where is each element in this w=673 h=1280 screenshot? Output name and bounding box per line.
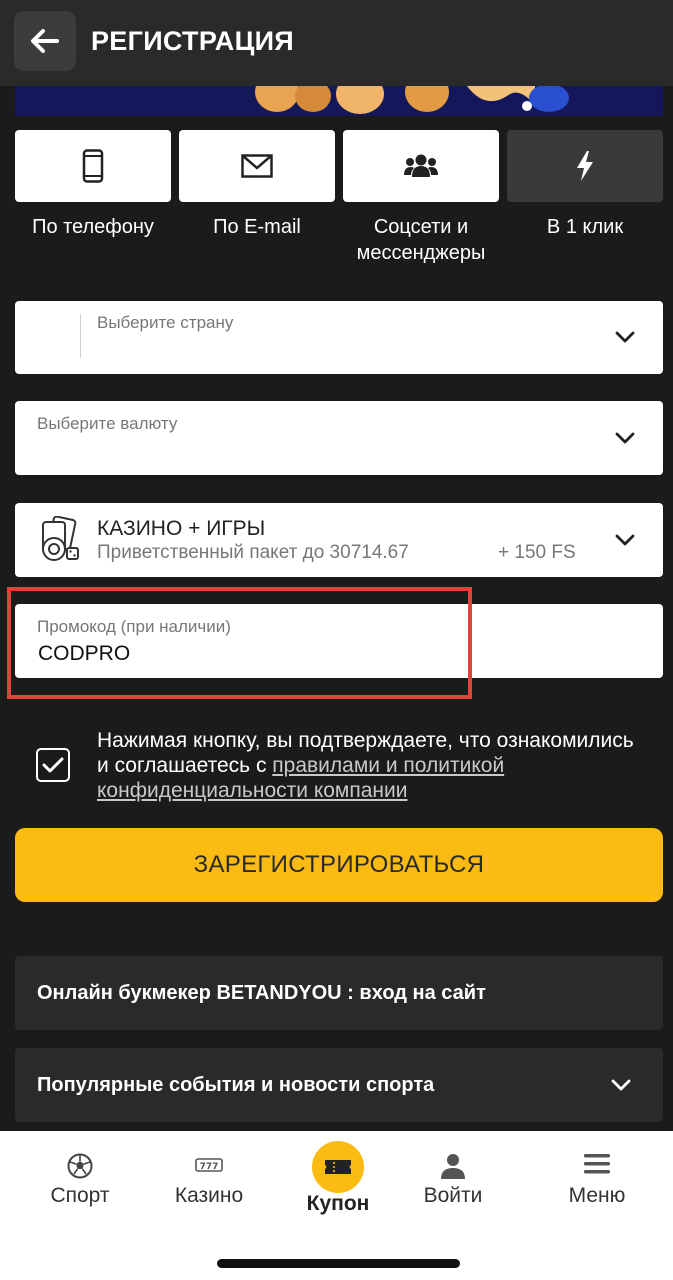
tab-social-label: Соцсети и мессенджеры <box>343 214 499 266</box>
user-icon <box>441 1154 465 1179</box>
promo-banner[interactable] <box>15 86 663 116</box>
checkmark-icon <box>42 757 64 773</box>
nav-login-label: Войти <box>423 1184 483 1207</box>
home-indicator[interactable] <box>217 1259 460 1268</box>
envelope-icon <box>241 154 273 178</box>
arrow-left-icon <box>31 29 59 53</box>
nav-casino-icon-wrap: 777 <box>149 1153 269 1179</box>
bonus-mask <box>447 542 493 564</box>
nav-sport-icon-wrap <box>20 1153 140 1179</box>
tab-one-click-label: В 1 клик <box>546 216 624 238</box>
bonus-select[interactable]: КАЗИНО + ИГРЫ Приветственный пакет до 30… <box>15 503 663 577</box>
nav-menu-icon-wrap <box>537 1153 657 1179</box>
info-panel-title: Популярные события и новости спорта <box>37 1074 435 1096</box>
tab-social-label-line1: Соцсети и <box>373 216 469 238</box>
hamburger-icon <box>584 1154 610 1174</box>
nav-sport-label: Спорт <box>50 1184 110 1207</box>
info-panel-bookmaker[interactable]: Онлайн букмекер BETANDYOU : вход на сайт <box>15 956 663 1030</box>
top-bar: РЕГИСТРАЦИЯ <box>0 0 673 86</box>
nav-casino-label: Казино <box>174 1184 244 1207</box>
register-button[interactable]: ЗАРЕГИСТРИРОВАТЬСЯ <box>15 828 663 902</box>
currency-select-label: Выберите валюту <box>37 414 178 433</box>
coupon-badge <box>312 1141 364 1193</box>
nav-login-icon-wrap <box>393 1153 513 1179</box>
tab-email[interactable] <box>179 130 335 202</box>
bottom-nav: Спорт 777 Казино Купон Войти Меню <box>0 1131 673 1280</box>
bonus-title: КАЗИНО + ИГРЫ <box>97 517 266 540</box>
tab-phone[interactable] <box>15 130 171 202</box>
terms-checkbox[interactable] <box>36 748 70 782</box>
bonus-subtitle: Приветственный пакет до 30714.67 <box>97 542 409 563</box>
country-select-label: Выберите страну <box>97 313 234 332</box>
tab-one-click[interactable] <box>507 130 663 202</box>
svg-text:777: 777 <box>200 1162 219 1172</box>
phone-icon <box>82 149 104 183</box>
promo-highlight-box <box>7 587 472 699</box>
ticket-icon <box>325 1160 351 1174</box>
page-title: РЕГИСТРАЦИЯ <box>91 26 295 56</box>
banner-image <box>15 86 663 116</box>
flag-divider <box>80 314 81 358</box>
terms-text: Нажимая кнопку, вы подтверждаете, что оз… <box>97 728 637 803</box>
nav-menu-label: Меню <box>568 1184 626 1207</box>
currency-select[interactable]: Выберите валюту <box>15 401 663 475</box>
users-icon <box>404 154 438 177</box>
info-panel-title: Онлайн букмекер BETANDYOU : вход на сайт <box>37 982 486 1004</box>
lightning-icon <box>577 151 593 181</box>
chevron-down-icon <box>615 432 635 444</box>
chevron-down-icon <box>615 534 635 546</box>
tab-phone-label: По телефону <box>32 216 154 238</box>
slot-777-icon: 777 <box>195 1158 223 1172</box>
info-panel-events[interactable]: Популярные события и новости спорта <box>15 1048 663 1122</box>
chevron-down-icon <box>611 1079 631 1091</box>
tab-social[interactable] <box>343 130 499 202</box>
casino-cards-icon <box>42 516 79 561</box>
back-button[interactable] <box>14 11 76 71</box>
bonus-fs: + 150 FS <box>498 542 576 563</box>
chevron-down-icon <box>615 331 635 343</box>
tab-email-label: По E-mail <box>213 216 301 238</box>
country-select[interactable]: Выберите страну <box>15 301 663 374</box>
tab-social-label-line2: мессенджеры <box>356 242 486 264</box>
nav-coupon-label: Купон <box>306 1192 370 1215</box>
soccer-ball-icon <box>67 1153 93 1179</box>
